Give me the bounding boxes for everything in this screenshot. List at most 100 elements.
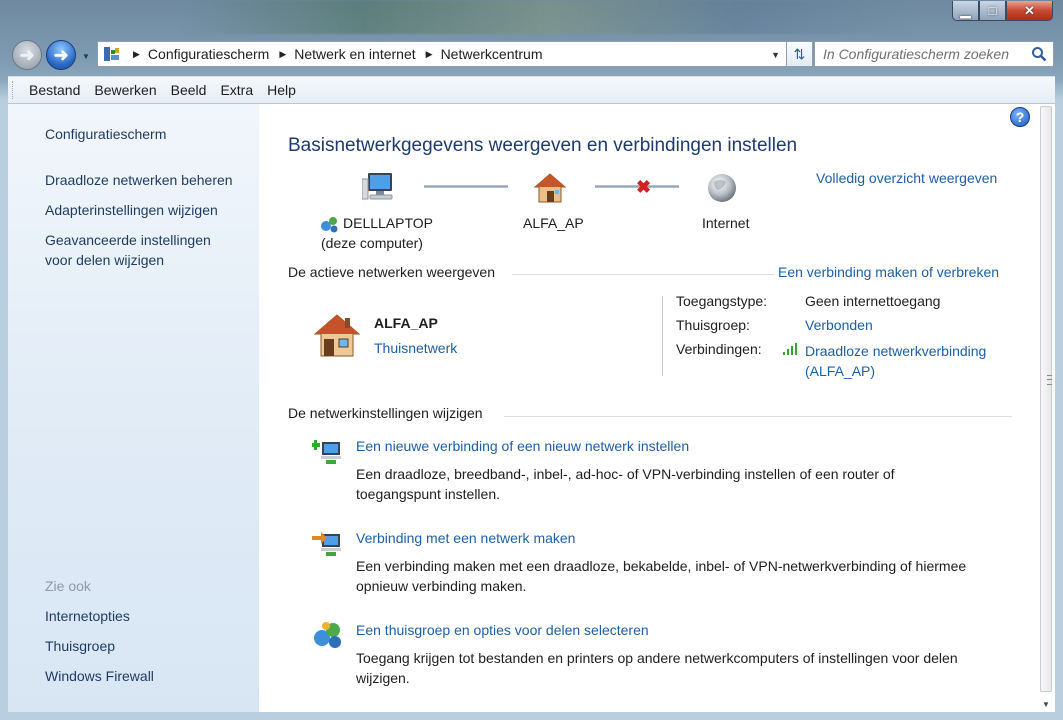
active-networks-heading: De actieve netwerken weergeven [288,264,496,280]
sidebar-item-advanced-sharing[interactable]: Geavanceerde instellingen voor delen wij… [45,230,211,270]
sidebar-item-homegroup[interactable]: Thuisgroep [45,636,115,656]
connect-disconnect-link[interactable]: Een verbinding maken of verbreken [778,264,999,280]
titlebar-background [180,0,920,34]
router-house-icon[interactable] [533,172,567,207]
maximize-icon: □ [988,3,997,18]
window-controls: ▁ □ ✕ [952,1,1053,21]
description-line: Toegang krijgen tot bestanden en printer… [356,650,958,666]
address-dropdown-icon[interactable]: ▼ [771,50,780,60]
menu-extra[interactable]: Extra [213,82,260,98]
access-type-value: Geen internettoegang [805,293,941,309]
connection-line-computer-router [424,185,508,188]
connection-ssid-line: (ALFA_AP) [805,363,876,379]
description-line: wijzigen. [356,670,410,686]
scrollbar-thumb[interactable] [1040,106,1052,692]
vertical-scrollbar[interactable]: ▼ [1038,104,1055,712]
breadcrumb-separator-icon[interactable]: ▶ [279,49,286,60]
forward-arrow-icon: ➜ [53,44,69,65]
navigation-bar: ➜ ➜ ▼ ▶ Configuratiescherm ▶ Netwerk en … [8,36,1055,74]
breadcrumb-item[interactable]: Configuratiescherm [148,46,269,62]
task-homegroup-link[interactable]: Een thuisgroep en opties voor delen sele… [356,622,649,638]
menu-beeld[interactable]: Beeld [164,82,214,98]
back-arrow-icon: ➜ [19,44,35,65]
maximize-button[interactable]: □ [979,1,1006,21]
close-button[interactable]: ✕ [1006,1,1053,21]
task-new-connection-description: Een draadloze, breedband-, inbel-, ad-ho… [356,464,895,504]
scroll-down-icon[interactable]: ▼ [1042,700,1050,709]
minimize-icon: ▁ [960,2,971,18]
sidebar-item-windows-firewall[interactable]: Windows Firewall [45,666,154,686]
search-icon[interactable] [1031,46,1047,62]
see-also-heading: Zie ook [45,578,91,594]
computer-sub-label: (deze computer) [321,235,423,251]
wireless-signal-icon [782,342,800,359]
content-area: Configuratiescherm Draadloze netwerken b… [8,104,1055,712]
network-type-link[interactable]: Thuisnetwerk [374,340,457,356]
sidebar-item-internet-options[interactable]: Internetopties [45,606,130,626]
homegroup-label: Thuisgroep: [676,317,750,333]
page-title: Basisnetwerkgegevens weergeven en verbin… [288,135,798,156]
search-box[interactable] [814,41,1054,67]
description-line: Een draadloze, breedband-, inbel-, ad-ho… [356,466,895,482]
full-map-link[interactable]: Volledig overzicht weergeven [816,170,997,186]
computer-icon[interactable] [361,171,396,206]
active-network-name: ALFA_AP [374,315,438,331]
refresh-icon: ⇅ [793,45,806,62]
menu-bewerken[interactable]: Bewerken [87,82,163,98]
access-type-label: Toegangstype: [676,293,768,309]
back-button[interactable]: ➜ [12,40,42,70]
breadcrumb: ▶ Configuratiescherm ▶ Netwerk en intern… [129,46,542,62]
breadcrumb-item[interactable]: Netwerkcentrum [441,46,543,62]
home-network-icon[interactable] [312,312,362,361]
connections-label: Verbindingen: [676,341,762,357]
help-icon: ? [1015,109,1025,125]
refresh-button[interactable]: ⇅ [787,41,813,67]
internet-label[interactable]: Internet [702,215,749,231]
task-connect-network-description: Een verbinding maken met een draadloze, … [356,556,966,596]
menu-help[interactable]: Help [260,82,303,98]
description-line: Een verbinding maken met een draadloze, … [356,558,967,574]
computer-network-icon [320,214,340,237]
scrollbar-grip-icon [1047,375,1052,385]
sidebar-item-label: Geavanceerde instellingen [45,232,211,248]
minimize-button[interactable]: ▁ [952,1,979,21]
sidebar-item-adapter-settings[interactable]: Adapterinstellingen wijzigen [45,200,218,220]
sidebar-item-manage-wireless[interactable]: Draadloze netwerken beheren [45,170,233,190]
new-connection-icon [311,436,344,469]
control-panel-icon [103,45,121,63]
wireless-connection-link[interactable]: Draadloze netwerkverbinding (ALFA_AP) [805,341,986,381]
sidebar-item-control-panel-home[interactable]: Configuratiescherm [45,124,166,144]
recent-pages-dropdown[interactable]: ▼ [82,52,90,61]
breadcrumb-item[interactable]: Netwerk en internet [294,46,415,62]
menu-bar: Bestand Bewerken Beeld Extra Help [8,76,1055,104]
sidebar: Configuratiescherm Draadloze netwerken b… [8,104,259,712]
breadcrumb-separator-icon[interactable]: ▶ [133,49,140,60]
change-settings-heading: De netwerkinstellingen wijzigen [288,405,483,421]
connect-network-icon [312,528,344,561]
breadcrumb-separator-icon[interactable]: ▶ [426,49,433,60]
computer-name[interactable]: DELLLAPTOP [343,215,433,231]
search-input[interactable] [823,46,1019,62]
section-divider [504,416,1012,417]
details-divider [662,296,663,376]
close-icon: ✕ [1024,2,1035,18]
no-connection-x-icon: ✖ [636,177,652,197]
forward-button[interactable]: ➜ [46,40,76,70]
help-button[interactable]: ? [1010,107,1030,127]
description-line: opnieuw verbinding maken. [356,578,527,594]
menu-grip [12,81,16,99]
task-new-connection-link[interactable]: Een nieuwe verbinding of een nieuw netwe… [356,438,689,454]
router-name[interactable]: ALFA_AP [523,215,584,231]
address-bar[interactable]: ▶ Configuratiescherm ▶ Netwerk en intern… [97,41,787,67]
homegroup-icon [312,620,344,653]
task-homegroup-description: Toegang krijgen tot bestanden en printer… [356,648,958,688]
section-divider [512,274,774,275]
menu-bestand[interactable]: Bestand [22,82,87,98]
description-line: toegangspunt instellen. [356,486,500,502]
sidebar-item-label: voor delen wijzigen [45,252,165,268]
task-connect-network-link[interactable]: Verbinding met een netwerk maken [356,530,575,546]
homegroup-link[interactable]: Verbonden [805,317,873,333]
window-frame: ▁ □ ✕ ➜ ➜ ▼ ▶ Configuratiescherm ▶ Netwe… [0,0,1063,720]
internet-globe-icon[interactable] [706,172,738,207]
connection-name-line: Draadloze netwerkverbinding [805,343,987,359]
